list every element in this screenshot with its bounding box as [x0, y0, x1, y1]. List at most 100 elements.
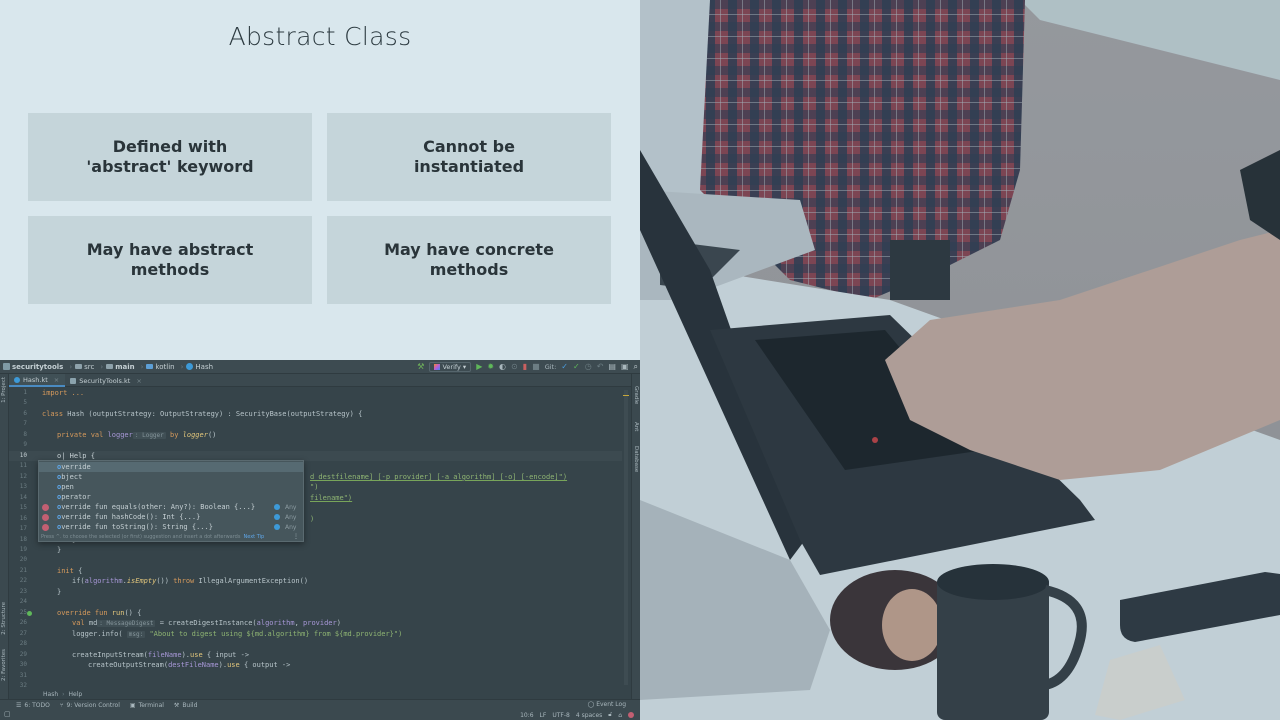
git-commit-icon[interactable]: ✓	[573, 362, 580, 372]
code-line: }	[57, 588, 62, 596]
tab-securitytools-kt[interactable]: SecurityTools.kt ×	[65, 374, 148, 387]
breadcrumb-main[interactable]: main	[106, 363, 135, 371]
attach-icon[interactable]: ▮	[523, 362, 527, 372]
event-log-button[interactable]: ◯ Event Log	[587, 699, 626, 710]
breadcrumb-kotlin[interactable]: kotlin	[146, 363, 175, 371]
completion-type: Any	[285, 503, 297, 511]
toggle-tool-windows-icon[interactable]: ▢	[4, 710, 11, 718]
tool-terminal[interactable]: ▣ Terminal	[130, 702, 164, 709]
line-number: 17	[19, 525, 27, 532]
revert-icon[interactable]: ↶	[597, 362, 604, 372]
tool-tab-favorites[interactable]: 2: Favorites	[1, 649, 7, 681]
tool-build[interactable]: ⚒ Build	[174, 702, 197, 709]
code-line: if(algorithm.isEmpty()) throw IllegalArg…	[72, 577, 309, 585]
completion-tip: Press ^. to choose the selected (or firs…	[41, 534, 265, 540]
lock-icon[interactable]: 🔓︎	[608, 711, 612, 719]
run-config-selector[interactable]: Verify ▾	[429, 362, 472, 372]
completion-item[interactable]: operator	[39, 492, 303, 502]
line-number: 20	[19, 556, 27, 563]
completion-item[interactable]: object	[39, 472, 303, 482]
line-number: 11	[19, 462, 27, 469]
class-icon	[274, 514, 280, 520]
override-gutter-icon[interactable]	[27, 611, 32, 616]
line-number: 23	[19, 588, 27, 595]
inspector-icon[interactable]: ⌂	[618, 712, 622, 719]
close-icon[interactable]: ×	[54, 376, 59, 384]
error-indicator-icon[interactable]	[628, 712, 634, 718]
indent-setting[interactable]: 4 spaces	[576, 712, 602, 719]
right-tool-strip: Gradle Ant Database	[631, 374, 640, 700]
breadcrumb-project[interactable]: securitytools	[3, 363, 63, 371]
line-number: 9	[23, 441, 27, 448]
left-tool-strip: 1: Project 2: Structure 2: Favorites	[0, 374, 9, 700]
completion-item[interactable]: override fun hashCode(): Int {...} Any	[39, 512, 303, 522]
class-icon	[274, 504, 280, 510]
breadcrumb-separator: ›	[180, 362, 184, 371]
git-update-icon[interactable]: ✓	[561, 362, 568, 372]
search-icon[interactable]: ⌕	[634, 362, 638, 372]
main-toolbar: ⚒ Verify ▾ ▶ ✹ ◐ ⊙ ▮ ■ Git: ✓ ✓ ◷ ↶ ▤ ▣ ⌕	[417, 361, 638, 373]
build-hammer-icon[interactable]: ⚒	[417, 362, 424, 372]
scrollbar-warning-marker[interactable]	[623, 395, 629, 396]
completion-item[interactable]: override	[39, 462, 303, 472]
code-line: createOutputStream(destFileName).use { o…	[88, 661, 291, 669]
completion-item[interactable]: open	[39, 482, 303, 492]
tool-tab-structure[interactable]: 2: Structure	[1, 602, 7, 635]
completion-item[interactable]: override fun toString(): String {...} Any	[39, 522, 303, 532]
line-separator[interactable]: LF	[540, 712, 547, 719]
tool-window-bar: ☰ 6: TODO ⑂ 9: Version Control ▣ Terminal ⚒…	[0, 699, 640, 710]
editor-breadcrumb-hash[interactable]: Hash	[43, 691, 58, 698]
kotlin-icon	[434, 364, 441, 370]
project-structure-icon[interactable]: ▤	[608, 362, 616, 372]
debug-icon[interactable]: ✹	[487, 362, 494, 372]
slide-panel: Abstract Class Defined with 'abstract' k…	[0, 0, 640, 360]
source-folder-icon	[146, 364, 154, 369]
line-number: 13	[19, 483, 27, 490]
line-number: 26	[19, 619, 27, 626]
photo-tint	[640, 0, 1280, 720]
git-label: Git:	[544, 363, 557, 371]
profile-icon[interactable]: ⊙	[511, 362, 518, 372]
folder-icon	[75, 364, 83, 369]
line-number: 10	[19, 452, 27, 459]
card-abstract-methods: May have abstract methods	[28, 216, 312, 304]
tool-version-control[interactable]: ⑂ 9: Version Control	[60, 702, 120, 709]
code-line: import ...	[42, 389, 85, 397]
kotlin-class-icon	[186, 363, 194, 370]
branch-icon: ⑂	[59, 701, 64, 709]
terminal-window-icon[interactable]: ▣	[621, 362, 629, 372]
code-completion-popup: Press ^. to choose the selected (or firs…	[38, 460, 304, 542]
stock-photo	[640, 0, 1280, 720]
code-line: private val logger: Logger by logger()	[57, 431, 217, 439]
list-icon: ☰	[16, 701, 22, 709]
tool-tab-database[interactable]: Database	[633, 446, 639, 472]
run-icon[interactable]: ▶	[476, 362, 482, 372]
tool-tab-project[interactable]: 1: Project	[1, 377, 7, 403]
tool-tab-ant[interactable]: Ant	[633, 422, 639, 431]
tool-tab-gradle[interactable]: Gradle	[633, 386, 639, 404]
code-line: d destfilename] [-p provider] [-a algori…	[310, 473, 568, 481]
line-number: 24	[19, 598, 27, 605]
breadcrumb-src[interactable]: src	[75, 363, 94, 371]
editor-scrollbar[interactable]	[624, 390, 628, 685]
next-tip-link[interactable]: Next Tip	[243, 534, 264, 540]
tab-hash-kt[interactable]: Hash.kt ×	[9, 374, 66, 387]
completion-type: Any	[285, 513, 297, 521]
line-number-gutter: 1 5 6 7 8 9 10 11 12 13 14 15 16 17 18 19 20 21 22 23 24 25 26…	[9, 387, 37, 689]
breadcrumb-hash[interactable]: Hash	[186, 363, 213, 371]
ide-window: securitytools › src › main › kotlin › Hash ⚒…	[0, 360, 640, 720]
file-encoding[interactable]: UTF-8	[552, 712, 570, 719]
history-icon[interactable]: ◷	[585, 362, 592, 372]
tool-todo[interactable]: ☰ 6: TODO	[16, 702, 50, 709]
card-concrete-methods: May have concrete methods	[327, 216, 611, 304]
chat-bubble-icon: ◯	[587, 701, 595, 708]
coverage-icon[interactable]: ◐	[499, 362, 506, 372]
more-options-icon[interactable]: ⋮	[293, 533, 299, 540]
completion-item[interactable]: override fun equals(other: Any?): Boolea…	[39, 502, 303, 512]
editor-breadcrumb-help[interactable]: Help	[69, 691, 83, 698]
close-icon[interactable]: ×	[136, 377, 141, 385]
stop-icon[interactable]: ■	[532, 362, 540, 372]
code-line: ")	[310, 483, 319, 491]
code-line-cursor: o| Help {	[57, 452, 95, 460]
caret-position[interactable]: 10:6	[520, 712, 533, 719]
